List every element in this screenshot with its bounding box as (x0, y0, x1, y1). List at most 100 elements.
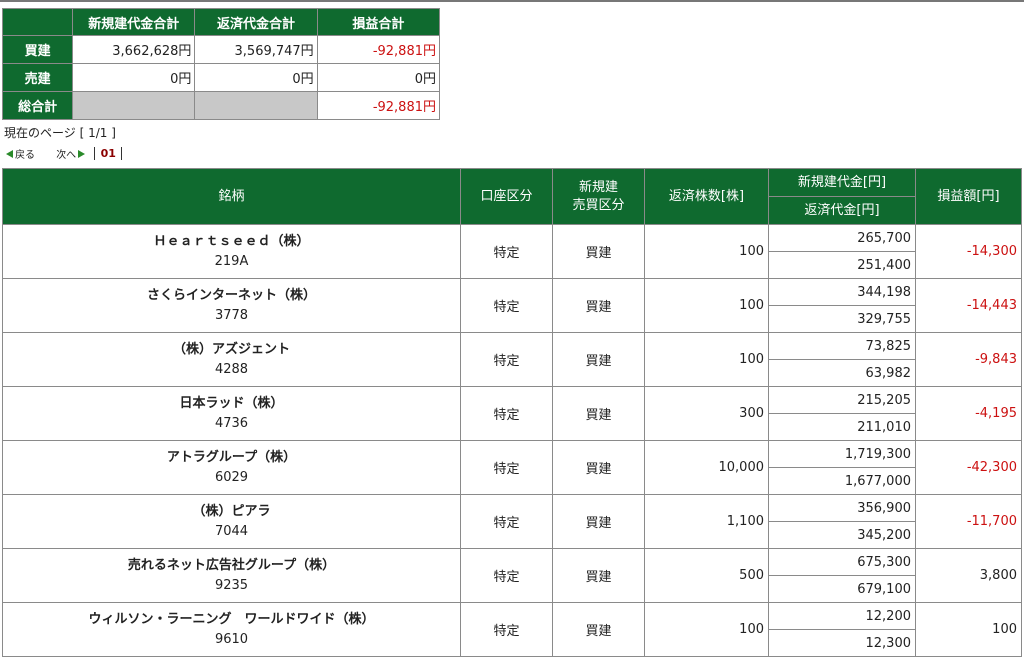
page-number-current[interactable]: 01 (101, 147, 116, 160)
stock-name-cell: さくらインターネット（株） 3778 (2, 278, 461, 333)
summary-new-total-blank (72, 91, 196, 120)
new-amount: 12,200 (768, 602, 916, 630)
profit-loss: -9,843 (915, 332, 1022, 387)
return-amount: 345,200 (768, 521, 916, 549)
summary-header-blank (1, 8, 74, 36)
stock-code: 6029 (214, 469, 249, 485)
positions-header-row: 銘柄 口座区分 新規建 売買区分 返済株数[株] 新規建代金[円] 損益額[円] (2, 168, 1022, 225)
trade-type: 買建 (552, 386, 645, 441)
account-type: 特定 (460, 548, 553, 603)
trade-type: 買建 (552, 548, 645, 603)
new-amount: 73,825 (768, 332, 916, 360)
shares: 500 (644, 548, 769, 603)
stock-name[interactable]: 日本ラッド（株） (7, 394, 456, 414)
pager: 戻る 次へ 01 (6, 146, 123, 162)
triangle-left-icon (6, 149, 13, 158)
table-row: （株）アズジェント 4288 特定 買建 100 73,825 -9,843 (2, 332, 1022, 387)
header-account: 口座区分 (460, 168, 553, 225)
account-type: 特定 (460, 386, 553, 441)
stock-name[interactable]: （株）ピアラ (7, 502, 456, 522)
stock-code: 4736 (214, 415, 249, 431)
profit-loss: -42,300 (915, 440, 1022, 495)
top-divider (0, 0, 1024, 2)
trade-type: 買建 (552, 602, 645, 657)
profit-loss: -14,443 (915, 278, 1022, 333)
account-type: 特定 (460, 278, 553, 333)
stock-name[interactable]: アトラグループ（株） (7, 448, 456, 468)
new-amount: 1,719,300 (768, 440, 916, 468)
account-type: 特定 (460, 332, 553, 387)
stock-name[interactable]: さくらインターネット（株） (7, 286, 456, 306)
stock-name-cell: Ｈｅａｒｔｓｅｅｄ（株） 219A (2, 224, 461, 279)
summary-table: 新規建代金合計 返済代金合計 損益合計 買建 3,662,628円 3,569,… (1, 8, 441, 120)
account-type: 特定 (460, 440, 553, 495)
summary-header-row: 新規建代金合計 返済代金合計 損益合計 (1, 8, 441, 36)
shares: 100 (644, 602, 769, 657)
table-row: ウィルソン・ラーニング ワールドワイド（株） 9610 特定 買建 100 12,200 1… (2, 602, 1022, 657)
summary-new-total: 3,662,628円 (72, 35, 196, 64)
new-amount: 356,900 (768, 494, 916, 522)
return-amount: 12,300 (768, 629, 916, 657)
stock-name-cell: ウィルソン・ラーニング ワールドワイド（株） 9610 (2, 602, 461, 657)
stock-name-cell: （株）アズジェント 4288 (2, 332, 461, 387)
triangle-right-icon (78, 149, 86, 158)
stock-name[interactable]: 売れるネット広告社グループ（株） (7, 556, 456, 576)
summary-pl-total: -92,881円 (316, 91, 441, 120)
stock-name[interactable]: （株）アズジェント (7, 340, 456, 360)
stock-code: 9610 (214, 631, 249, 647)
profit-loss: 100 (915, 602, 1022, 657)
trade-type: 買建 (552, 440, 645, 495)
account-type: 特定 (460, 494, 553, 549)
table-row: さくらインターネット（株） 3778 特定 買建 100 344,198 -14,443 (2, 278, 1022, 333)
new-amount: 344,198 (768, 278, 916, 306)
summary-row-grand-total: 総合計 -92,881円 (1, 91, 441, 120)
shares: 300 (644, 386, 769, 441)
next-link[interactable]: 次へ (56, 146, 86, 161)
stock-name[interactable]: ウィルソン・ラーニング ワールドワイド（株） (7, 610, 456, 630)
account-type: 特定 (460, 602, 553, 657)
profit-loss: 3,800 (915, 548, 1022, 603)
summary-pl-total: -92,881円 (316, 35, 441, 64)
pager-separator (121, 147, 123, 160)
table-row: アトラグループ（株） 6029 特定 買建 10,000 1,719,300 -42,300 (2, 440, 1022, 495)
table-row: 日本ラッド（株） 4736 特定 買建 300 215,205 -4,195 (2, 386, 1022, 441)
summary-row-label: 売建 (1, 63, 74, 92)
return-amount: 211,010 (768, 413, 916, 441)
profit-loss: -11,700 (915, 494, 1022, 549)
new-amount: 675,300 (768, 548, 916, 576)
header-return-amount: 返済代金[円] (768, 196, 916, 225)
new-amount: 215,205 (768, 386, 916, 414)
account-type: 特定 (460, 224, 553, 279)
back-link[interactable]: 戻る (6, 146, 35, 161)
summary-row-sell: 売建 0円 0円 0円 (1, 63, 441, 92)
profit-loss: -14,300 (915, 224, 1022, 279)
stock-code: 219A (214, 253, 249, 269)
summary-header-pl-total: 損益合計 (316, 8, 441, 36)
profit-loss: -4,195 (915, 386, 1022, 441)
shares: 100 (644, 224, 769, 279)
summary-row-label: 総合計 (1, 91, 74, 120)
page-info: 現在のページ [ 1/1 ] (4, 126, 116, 140)
summary-new-total: 0円 (72, 63, 196, 92)
header-name: 銘柄 (2, 168, 461, 225)
trade-type: 買建 (552, 332, 645, 387)
summary-return-total-blank (194, 91, 318, 120)
stock-name-cell: 日本ラッド（株） 4736 (2, 386, 461, 441)
return-amount: 251,400 (768, 251, 916, 279)
table-row: Ｈｅａｒｔｓｅｅｄ（株） 219A 特定 買建 100 265,700 -14,300 (2, 224, 1022, 279)
return-amount: 63,982 (768, 359, 916, 387)
table-row: 売れるネット広告社グループ（株） 9235 特定 買建 500 675,300 3,800 (2, 548, 1022, 603)
trade-type: 買建 (552, 278, 645, 333)
header-new-amount: 新規建代金[円] (768, 168, 916, 197)
shares: 100 (644, 278, 769, 333)
trade-type: 買建 (552, 494, 645, 549)
pager-separator (94, 147, 96, 160)
new-amount: 265,700 (768, 224, 916, 252)
stock-code: 4288 (214, 361, 249, 377)
shares: 1,100 (644, 494, 769, 549)
stock-code: 7044 (214, 523, 249, 539)
stock-name[interactable]: Ｈｅａｒｔｓｅｅｄ（株） (7, 232, 456, 252)
header-pl: 損益額[円] (915, 168, 1022, 225)
positions-table: 銘柄 口座区分 新規建 売買区分 返済株数[株] 新規建代金[円] 損益額[円]… (2, 168, 1022, 657)
next-label: 次へ (56, 150, 77, 161)
